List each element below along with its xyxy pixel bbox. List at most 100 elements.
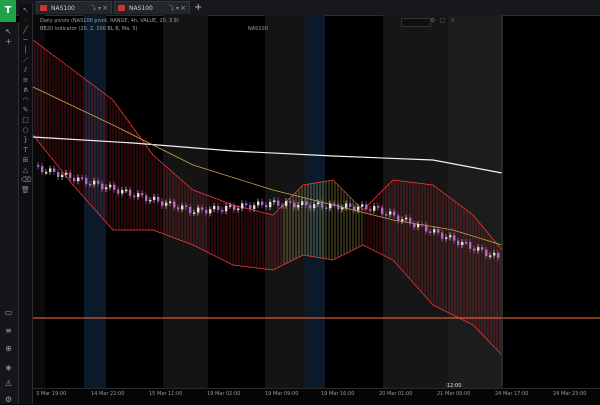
candle-body	[337, 204, 340, 210]
candle-body	[97, 180, 100, 184]
maximize-icon[interactable]: □	[440, 17, 446, 24]
candle-body	[153, 196, 156, 200]
alert-icon[interactable]: ⚠	[3, 378, 14, 389]
close-icon[interactable]: ×	[180, 2, 186, 15]
line-icon[interactable]: ╱	[21, 26, 30, 35]
candle-body	[93, 180, 96, 185]
search-input[interactable]	[401, 18, 431, 27]
candle-body	[81, 177, 84, 179]
candle-body	[133, 195, 136, 198]
candle-body	[349, 203, 352, 207]
measure-icon[interactable]: ⊞	[21, 156, 30, 165]
candle-body	[389, 211, 392, 215]
pitchfork-icon[interactable]: ⋔	[21, 86, 30, 95]
settings-icon[interactable]: ⚙	[430, 17, 435, 24]
candle-body	[477, 247, 480, 251]
candle-body	[165, 202, 168, 206]
indicator-legend-1[interactable]: Daily pivots (NAS100 pivot, RANGE, 4h, V…	[40, 18, 179, 24]
candle-body	[461, 242, 464, 245]
candle-body	[249, 205, 252, 209]
candle-body	[197, 207, 200, 213]
candle-body	[381, 207, 384, 215]
app-logo[interactable]: T	[0, 0, 16, 22]
candle-body	[233, 205, 236, 210]
triangle-icon[interactable]: △	[21, 166, 30, 175]
trash-icon[interactable]: 🗑	[21, 186, 30, 195]
candle-body	[473, 248, 476, 251]
candle-body	[161, 201, 164, 206]
candle-body	[57, 172, 60, 178]
candle-body	[321, 202, 324, 208]
brush-icon[interactable]: ✎	[21, 106, 30, 115]
list-icon[interactable]: ≡	[3, 325, 14, 336]
hline-icon[interactable]: ─	[21, 36, 30, 45]
candle-body	[173, 201, 176, 208]
dot-icon[interactable]: ·	[21, 16, 30, 25]
layers-icon[interactable]: ◈	[3, 362, 14, 373]
candle-body	[405, 217, 408, 220]
vline-icon[interactable]: │	[21, 46, 30, 55]
tab-controls[interactable]: ⤵ ▾	[168, 2, 179, 15]
candle-body	[441, 232, 444, 239]
candle-body	[301, 201, 304, 205]
candle-body	[37, 165, 40, 167]
candle-body	[413, 223, 416, 228]
candle-body	[45, 171, 48, 174]
candle-body	[325, 207, 328, 209]
pointer-icon[interactable]: ↖	[21, 6, 30, 15]
candle-body	[125, 189, 128, 192]
candle-body	[457, 240, 460, 245]
note-icon[interactable]: ▭	[3, 307, 14, 318]
tab-label: NAS100	[129, 5, 153, 12]
x-tick: 19 Mar 02:00	[207, 391, 241, 397]
candle-body	[377, 206, 380, 208]
fib-icon[interactable]: ≡	[21, 76, 30, 85]
candle-body	[369, 209, 372, 211]
crosshair-icon[interactable]: +	[3, 36, 14, 47]
eraser-icon[interactable]: ⌫	[21, 176, 31, 185]
brace-icon[interactable]: }	[21, 136, 30, 145]
x-tick: 24 Mar 23:00	[553, 391, 587, 397]
x-tick: 20 Mar 01:00	[379, 391, 413, 397]
tab-nas100-2[interactable]: NAS100 ⤵ ▾ ×	[114, 1, 190, 14]
circle-icon[interactable]: ○	[21, 126, 30, 135]
gear-icon[interactable]: ⚙	[3, 394, 14, 405]
candle-body	[453, 235, 456, 241]
candle-body	[245, 203, 248, 206]
candle-body	[261, 201, 264, 206]
left-sidebar: ↖ + ▭ ≡ ⊕ ◈ ⚠ ⚙	[0, 22, 19, 404]
candle-body	[241, 203, 244, 209]
candle-body	[497, 252, 500, 258]
text-icon[interactable]: T	[21, 146, 30, 155]
candle-body	[437, 229, 440, 233]
candle-body	[41, 166, 44, 173]
add-tab-button[interactable]: +	[194, 1, 202, 14]
arc-icon[interactable]: ◠	[21, 96, 30, 105]
price-chart[interactable]	[33, 15, 600, 397]
channel-icon[interactable]: ⫽	[21, 66, 30, 75]
indicator-legend-2[interactable]: BB20 indicator (20, 2, 100 BL B, Ma. 5)	[40, 26, 138, 32]
close-icon[interactable]: ×	[102, 2, 108, 15]
rect-icon[interactable]: □	[21, 116, 30, 125]
tab-nas100-1[interactable]: NAS100 ⤵ ▾ ×	[36, 1, 112, 14]
x-tick: 3 Mar 19:00	[36, 391, 67, 397]
candle-body	[61, 174, 64, 178]
zoom-icon[interactable]: ⊕	[3, 343, 14, 354]
candle-body	[465, 242, 468, 244]
symbol-tag: NAS100	[248, 26, 268, 32]
candle-body	[221, 210, 224, 212]
candle-body	[117, 189, 120, 194]
candle-body	[353, 206, 356, 211]
x-tick: 21 Mar 09:00	[437, 391, 471, 397]
time-axis[interactable]: 3 Mar 19:00 14 Mar 22:00 15 Mar 11:00 19…	[33, 383, 600, 405]
close-chart-icon[interactable]: ×	[450, 17, 455, 24]
ray-icon[interactable]: ⟋	[21, 56, 30, 65]
candle-body	[305, 201, 308, 206]
tab-controls[interactable]: ⤵ ▾	[90, 2, 101, 15]
candle-body	[69, 172, 72, 179]
candle-body	[281, 205, 284, 208]
candle-body	[77, 177, 80, 182]
tab-bar: NAS100 ⤵ ▾ × NAS100 ⤵ ▾ × +	[0, 0, 600, 16]
x-tick: 14 Mar 22:00	[91, 391, 125, 397]
candle-body	[209, 209, 212, 214]
